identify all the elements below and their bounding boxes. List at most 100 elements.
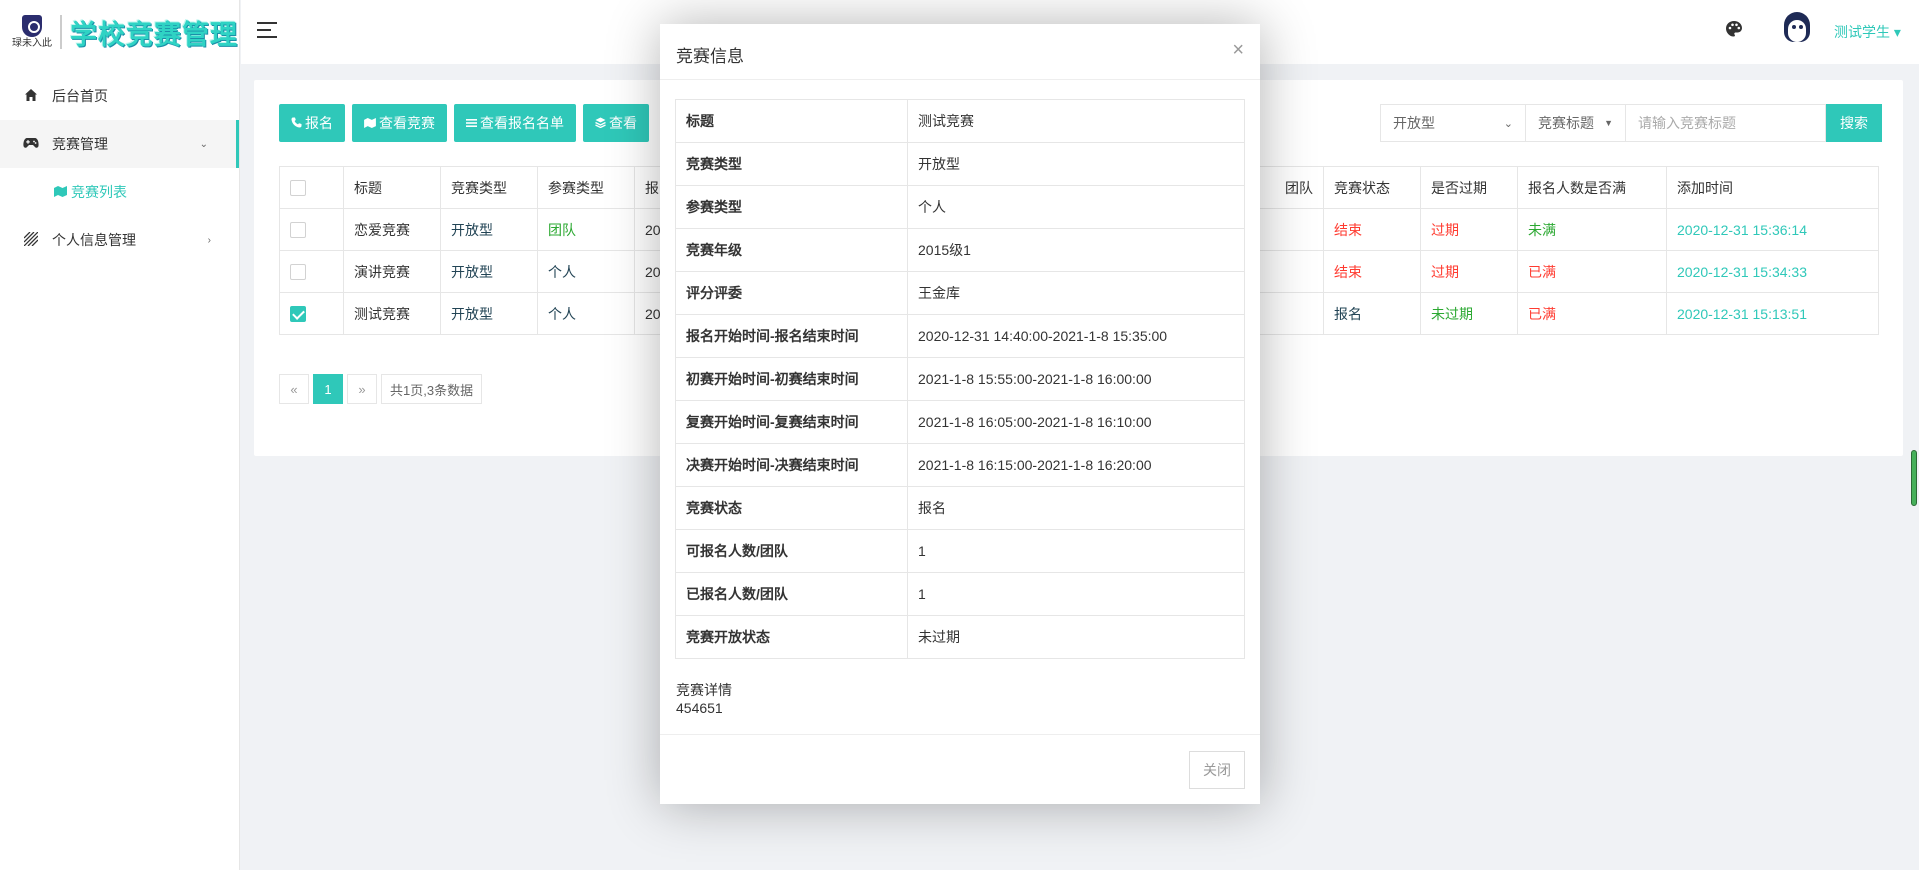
user-name: 测试学生 <box>1834 24 1890 40</box>
cell-participant: 团队 <box>537 208 635 251</box>
info-table: 标题 测试竞赛 竞赛类型 开放型 参赛类型 个人 竞赛年级 2015级1 评分评委 王金库… <box>675 99 1245 659</box>
col-full[interactable]: 报名人数是否满 <box>1517 166 1667 209</box>
sidebar-item-competition-mgmt[interactable]: 竞赛管理 ⌄ <box>0 120 239 168</box>
sidebar-item-label: 竞赛列表 <box>71 184 127 200</box>
info-key: 竞赛状态 <box>675 486 908 530</box>
view-registration-list-button[interactable]: 查看报名名单 <box>454 104 576 142</box>
info-key: 竞赛年级 <box>675 228 908 272</box>
page-1-button[interactable]: 1 <box>313 374 343 404</box>
user-menu[interactable]: 测试学生 ▾ <box>1834 22 1901 42</box>
app-title: 学校竞赛管理 <box>70 19 238 50</box>
sidebar-item-profile[interactable]: 个人信息管理 › <box>0 216 239 264</box>
row-checkbox[interactable] <box>290 222 306 239</box>
info-key: 报名开始时间-报名结束时间 <box>675 314 908 358</box>
cell-status: 结束 <box>1323 208 1421 251</box>
cell-added: 2020-12-31 15:13:51 <box>1666 292 1879 335</box>
next-page-button[interactable]: » <box>347 374 377 404</box>
scroll-indicator[interactable] <box>1911 450 1917 506</box>
info-key: 参赛类型 <box>675 185 908 229</box>
field-select[interactable]: 竞赛标题 ▼ <box>1526 104 1626 142</box>
info-key: 已报名人数/团队 <box>675 572 908 616</box>
cell-status: 报名 <box>1323 292 1421 335</box>
view-competition-button[interactable]: 查看竞赛 <box>352 104 447 142</box>
sidebar-item-home[interactable]: 后台首页 <box>0 72 239 120</box>
logo[interactable]: 琭未入此 学校竞赛管理 <box>0 0 239 64</box>
row-select-cell <box>279 292 344 335</box>
info-row: 评分评委 王金库 <box>675 271 1245 315</box>
info-value: 个人 <box>907 185 1245 229</box>
detail-value: 454651 <box>676 700 723 716</box>
info-value: 2021-1-8 16:15:00-2021-1-8 16:20:00 <box>907 443 1245 487</box>
gamepad-icon <box>22 136 40 152</box>
cell-type: 开放型 <box>440 208 538 251</box>
row-select-cell <box>279 250 344 293</box>
caret-down-icon: ▾ <box>1893 24 1901 40</box>
col-title[interactable]: 标题 <box>343 166 441 209</box>
info-value: 测试竞赛 <box>907 99 1245 143</box>
info-row: 已报名人数/团队 1 <box>675 572 1245 616</box>
cell-added: 2020-12-31 15:36:14 <box>1666 208 1879 251</box>
col-status[interactable]: 竞赛状态 <box>1323 166 1421 209</box>
cell-status: 结束 <box>1323 250 1421 293</box>
sidebar-item-competition-list[interactable]: 竞赛列表 <box>0 168 239 216</box>
sidebar-item-label: 竞赛管理 <box>52 136 108 152</box>
home-icon <box>22 88 40 105</box>
cell-type: 开放型 <box>440 250 538 293</box>
col-added[interactable]: 添加时间 <box>1666 166 1879 209</box>
info-row: 报名开始时间-报名结束时间 2020-12-31 14:40:00-2021-1-… <box>675 314 1245 358</box>
row-checkbox[interactable] <box>290 306 306 323</box>
row-checkbox[interactable] <box>290 264 306 281</box>
filters: 开放型 ⌄ 竞赛标题 ▼ 搜索 <box>1380 104 1882 142</box>
prev-page-button[interactable]: « <box>279 374 309 404</box>
sidebar-menu: 后台首页 竞赛管理 ⌄ 竞赛列表 个人信息管理 › <box>0 72 239 264</box>
cell-expired: 过期 <box>1420 250 1518 293</box>
info-key: 复赛开始时间-复赛结束时间 <box>675 400 908 444</box>
info-key: 可报名人数/团队 <box>675 529 908 573</box>
search-button[interactable]: 搜索 <box>1826 104 1882 142</box>
caret-down-icon: ▼ <box>1604 118 1613 128</box>
close-button[interactable]: 关闭 <box>1189 751 1245 789</box>
modal-footer: 关闭 <box>660 734 1260 804</box>
logo-mark: 琭未入此 <box>6 14 58 50</box>
info-key: 竞赛开放状态 <box>675 615 908 659</box>
select-all-checkbox[interactable] <box>290 180 306 197</box>
cell-title: 测试竞赛 <box>343 292 441 335</box>
info-row: 竞赛状态 报名 <box>675 486 1245 530</box>
info-row: 竞赛年级 2015级1 <box>675 228 1245 272</box>
palette-icon[interactable] <box>1725 20 1745 40</box>
col-expired[interactable]: 是否过期 <box>1420 166 1518 209</box>
pagination: « 1 » 共1页,3条数据 <box>279 374 483 404</box>
info-value: 2021-1-8 15:55:00-2021-1-8 16:00:00 <box>907 357 1245 401</box>
col-participant[interactable]: 参赛类型 <box>537 166 635 209</box>
avatar[interactable] <box>1780 12 1814 50</box>
info-key: 评分评委 <box>675 271 908 315</box>
info-key: 标题 <box>675 99 908 143</box>
logo-mark-text: 琭未入此 <box>12 37 52 49</box>
competition-info-modal: 竞赛信息 × 标题 测试竞赛 竞赛类型 开放型 参赛类型 个人 竞赛年级 2015级1 … <box>660 24 1260 804</box>
menu-toggle-icon[interactable] <box>257 22 277 38</box>
close-icon[interactable]: × <box>1232 40 1244 60</box>
info-row: 标题 测试竞赛 <box>675 99 1245 143</box>
page-count: 共1页,3条数据 <box>381 374 483 404</box>
modal-title: 竞赛信息 <box>660 24 1260 80</box>
info-row: 决赛开始时间-决赛结束时间 2021-1-8 16:15:00-2021-1-8 … <box>675 443 1245 487</box>
register-button[interactable]: 报名 <box>279 104 345 142</box>
cell-expired: 未过期 <box>1420 292 1518 335</box>
view-more-button[interactable]: 查看 <box>583 104 649 142</box>
list-icon <box>466 115 477 131</box>
search-input[interactable] <box>1626 104 1826 142</box>
type-select[interactable]: 开放型 ⌄ <box>1380 104 1526 142</box>
info-value: 开放型 <box>907 142 1245 186</box>
info-value: 1 <box>907 572 1245 616</box>
info-key: 决赛开始时间-决赛结束时间 <box>675 443 908 487</box>
chevron-down-icon: ⌄ <box>199 138 208 150</box>
info-value: 王金库 <box>907 271 1245 315</box>
info-row: 竞赛开放状态 未过期 <box>675 615 1245 659</box>
info-value: 1 <box>907 529 1245 573</box>
cell-title: 恋爱竞赛 <box>343 208 441 251</box>
cell-added: 2020-12-31 15:34:33 <box>1666 250 1879 293</box>
cell-full: 已满 <box>1517 292 1667 335</box>
map-icon <box>54 185 67 200</box>
info-row: 参赛类型 个人 <box>675 185 1245 229</box>
col-type[interactable]: 竞赛类型 <box>440 166 538 209</box>
